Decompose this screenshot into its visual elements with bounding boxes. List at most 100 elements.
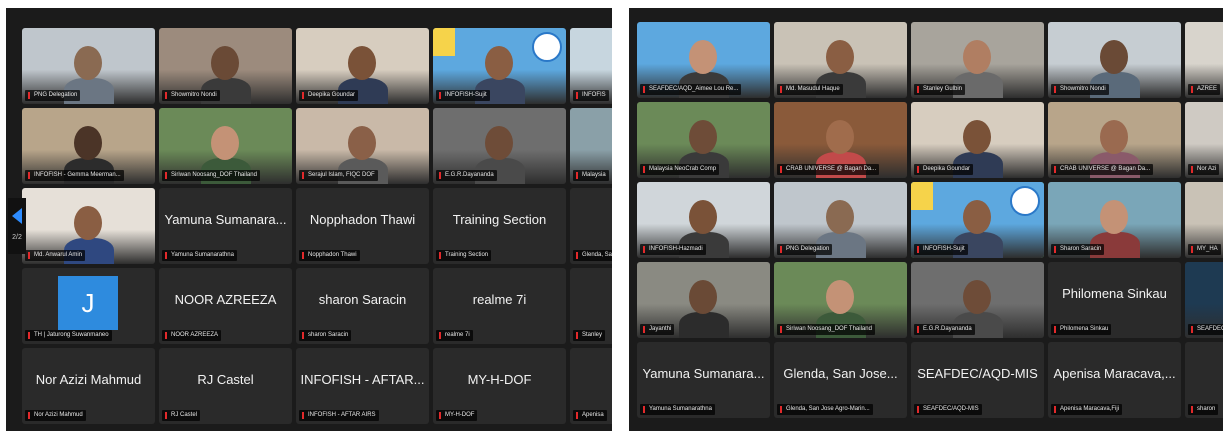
participant-tile[interactable]: E.G.R.Dayananda [911,262,1044,338]
participant-tile[interactable]: J TH | Jaturong Suwanmaneo [22,268,155,344]
participant-name-label: Siriwan Noosang_DOF Thailand [777,324,875,335]
participant-name-label: MY_HA [1188,244,1221,255]
page-back-button[interactable]: 2/2 [8,198,26,254]
infofish-logo-icon [532,32,562,62]
participant-name-label: Deepika Goundar [914,164,974,175]
participant-display-name: Nopphadon Thawi [309,212,416,227]
participant-tile[interactable]: SEAFDEC AQ [1185,262,1223,338]
participant-tile[interactable]: Malaysia NeoCrab Comp [637,102,770,178]
participant-tile[interactable]: Stanley [570,268,612,344]
participant-name-label: SEAFDEC/AQD-MIS [914,404,982,415]
participant-name-label: E.G.R.Dayananda [436,170,497,181]
participant-name-label: Training Section [436,250,492,261]
avatar: J [58,276,118,330]
participant-name-label: Nor Azi [1188,164,1220,175]
participant-name-label: realme 7i [436,330,473,341]
participant-name-label: Yamuna Sumanarathna [640,404,715,415]
participant-display-name: Yamuna Sumanara... [164,212,287,227]
participant-tile[interactable]: Jayanthi [637,262,770,338]
participant-tile[interactable]: Philomena Sinkau Philomena Sinkau [1048,262,1181,338]
participant-tile[interactable]: Yamuna Sumanara... Yamuna Sumanarathna [159,188,292,264]
participant-tile[interactable]: MY-H-DOF MY-H-DOF [433,348,566,424]
participant-display-name: Glend [570,212,612,227]
participant-tile[interactable]: INFOFISH-Sujit [911,182,1044,258]
participant-name-label: INFOFISH - Gemma Meerman... [25,170,124,181]
participant-tile[interactable]: INFOFISH - Gemma Meerman... [22,108,155,184]
participant-tile[interactable]: NOOR AZREEZA NOOR AZREEZA [159,268,292,344]
participant-tile[interactable]: realme 7i realme 7i [433,268,566,344]
participant-display-name: Glenda, San Jose... [783,366,898,381]
participant-name-label: CRAB UNIVERSE @ Bagan Da... [1051,164,1154,175]
participant-tile[interactable]: Malaysia [570,108,612,184]
participant-name-label: INFOFIS [573,90,609,101]
participant-tile[interactable]: INFOFISH - AFTAR... INFOFISH - AFTAR AIRS [296,348,429,424]
participant-tile[interactable]: Deepika Goundar [911,102,1044,178]
participant-name-label: Yamuna Sumanarathna [162,250,237,261]
participant-tile[interactable]: Glend Glenda, Sa [570,188,612,264]
participant-tile[interactable]: E.G.R.Dayananda [433,108,566,184]
participant-tile[interactable]: Training Section Training Section [433,188,566,264]
participant-tile[interactable]: Apenisa Maracava,... Apenisa Maracava,Fij… [1048,342,1181,418]
participant-tile[interactable]: Showmitro Nondi [1048,22,1181,98]
participant-tile[interactable]: Siriwan Noosang_DOF Thailand [774,262,907,338]
participant-tile[interactable]: Sharon Saracin [1048,182,1181,258]
participant-display-name: Philomena Sinkau [1062,286,1167,301]
participant-name-label: sharon [1188,404,1219,415]
participant-display-name: RJ Castel [197,372,254,387]
participant-name-label: Jayanthi [640,324,675,335]
participant-tile[interactable]: Deepika Goundar [296,28,429,104]
participant-tile[interactable]: AZREE [1185,22,1223,98]
participant-tile[interactable]: SEAFDEC/AQD-MIS SEAFDEC/AQD-MIS [911,342,1044,418]
participant-tile[interactable]: CRAB UNIVERSE @ Bagan Da... [1048,102,1181,178]
participant-tile[interactable]: SEAFDEC/AQD_Aimee Lou Re... [637,22,770,98]
participant-tile[interactable]: PNG Delegation [22,28,155,104]
participant-tile[interactable]: INFOFISH-Hazmadi [637,182,770,258]
page-indicator: 2/2 [12,234,22,241]
participant-name-label: Showmitro Nondi [1051,84,1109,95]
participant-name-label: RJ Castel [162,410,201,421]
participant-name-label: Md. Masudul Haque [777,84,843,95]
participant-tile[interactable]: RJ Castel RJ Castel [159,348,292,424]
participant-tile[interactable]: Nor Azizi Mahmud Nor Azizi Mahmud [22,348,155,424]
participant-tile[interactable]: Nor Azi [1185,102,1223,178]
participant-display-name: SEAFDEC/AQD-MIS [917,366,1038,381]
participant-name-label: AZREE [1188,84,1221,95]
participant-tile[interactable]: Glenda, San Jose... Glenda, San Jose Agro… [774,342,907,418]
participant-name-label: SEAFDEC/AQD_Aimee Lou Re... [640,84,742,95]
participant-tile[interactable]: INFOFIS [570,28,612,104]
participant-display-name: Apenisa Maracava,... [1053,366,1176,381]
participant-tile[interactable]: MY_HA [1185,182,1223,258]
participant-name-label: Sharon Saracin [1051,244,1105,255]
participant-tile[interactable]: Serajul Islam, FIQC DOF [296,108,429,184]
participant-name-label: NOOR AZREEZA [162,330,222,341]
zoom-gallery-right: SEAFDEC/AQD_Aimee Lou Re... Md. Masudul H… [629,8,1223,431]
participant-tile[interactable]: Nopphadon Thawi Nopphadon Thawi [296,188,429,264]
participant-tile[interactable]: Md. Masudul Haque [774,22,907,98]
participant-tile[interactable]: Md. Anwarul Amin [22,188,155,264]
participant-tile[interactable]: Stanley Gulbin [911,22,1044,98]
participant-tile[interactable]: Showmitro Nondi [159,28,292,104]
participant-display-name: Apenis [570,372,612,387]
participant-tile[interactable]: INFOFISH-Sujit [433,28,566,104]
participant-name-label: INFOFISH-Hazmadi [640,244,706,255]
participant-name-label: E.G.R.Dayananda [914,324,975,335]
participant-tile[interactable]: sha sharon [1185,342,1223,418]
participant-name-label: Malaysia [573,170,609,181]
participant-display-name: Yamuna Sumanara... [642,366,765,381]
participant-name-label: Stanley [573,330,606,341]
participant-name-label: Philomena Sinkau [1051,324,1112,335]
participant-tile[interactable]: CRAB UNIVERSE @ Bagan Da... [774,102,907,178]
participant-name-label: Glenda, Sa [573,250,612,261]
participant-display-name: MY-H-DOF [467,372,532,387]
participant-grid-right: SEAFDEC/AQD_Aimee Lou Re... Md. Masudul H… [637,22,1223,418]
zoom-gallery-left: PNG Delegation Showmitro Nondi Deepika Gou… [6,8,612,431]
participant-tile[interactable]: Apenis Apenisa [570,348,612,424]
participant-name-label: Malaysia NeoCrab Comp [640,164,720,175]
participant-name-label: MY-H-DOF [436,410,478,421]
participant-tile[interactable]: PNG Delegation [774,182,907,258]
participant-tile[interactable]: Yamuna Sumanara... Yamuna Sumanarathna [637,342,770,418]
participant-tile[interactable]: sharon Saracin sharon Saracin [296,268,429,344]
participant-tile[interactable]: Siriwan Noosang_DOF Thailand [159,108,292,184]
participant-name-label: SEAFDEC AQ [1188,324,1223,335]
virtual-background-logo [911,182,933,210]
